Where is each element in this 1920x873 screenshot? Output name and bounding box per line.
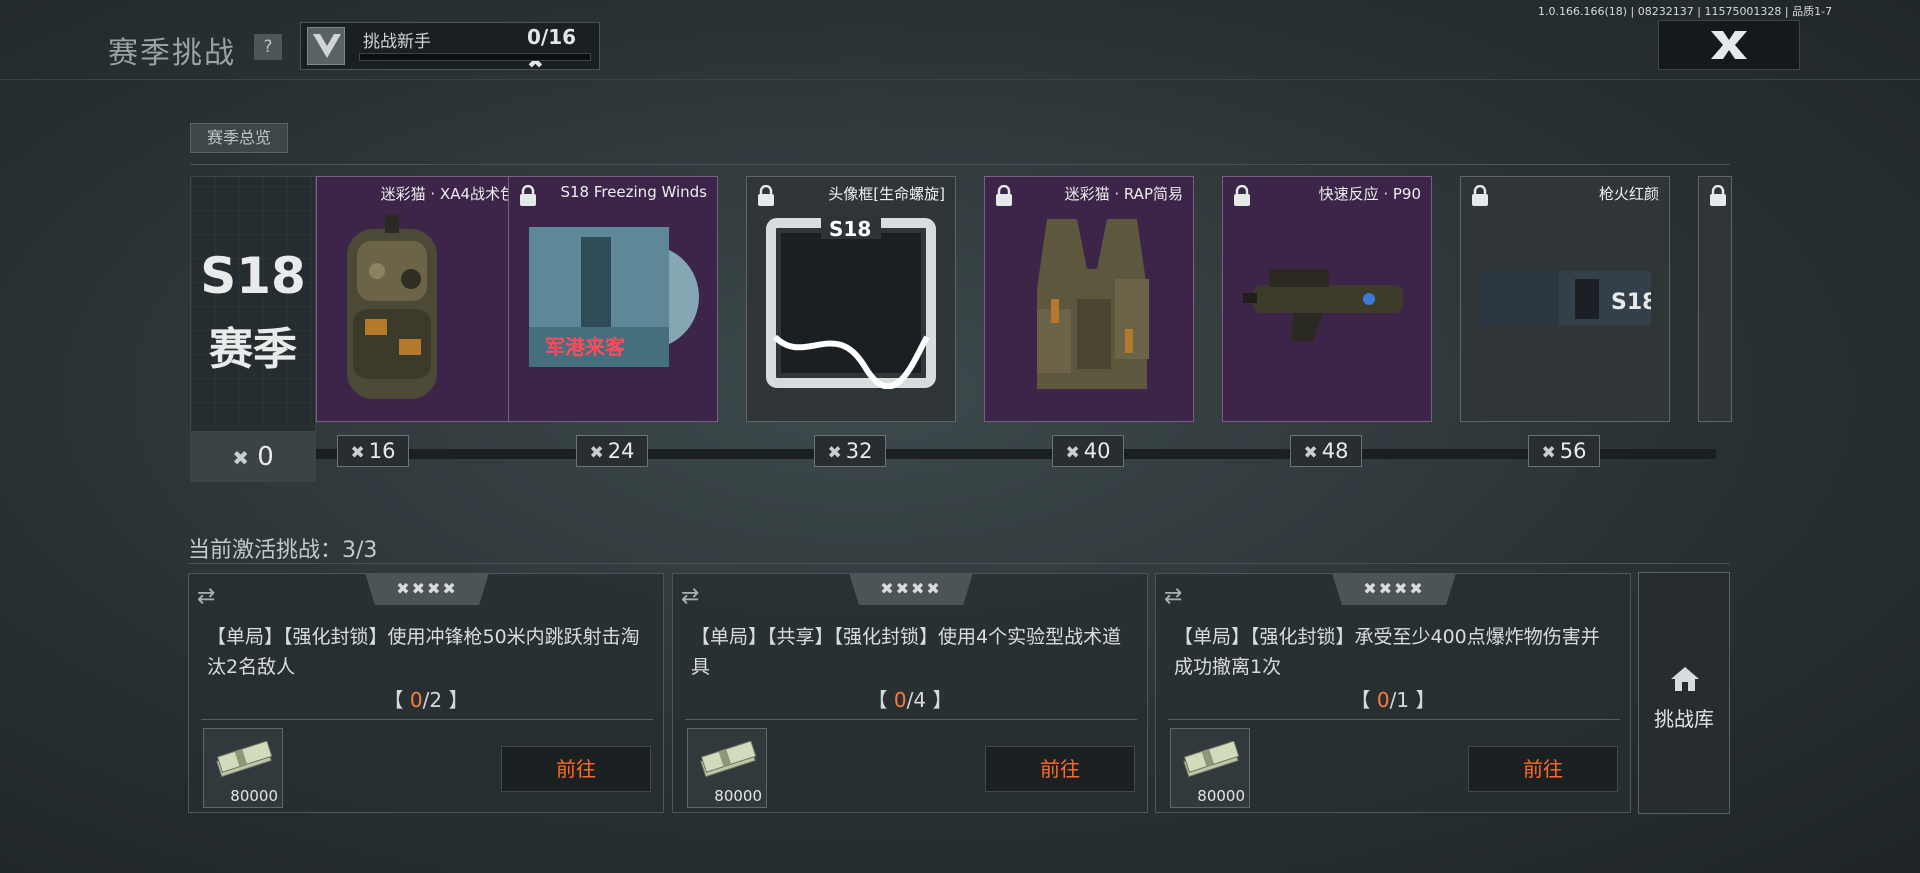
divider bbox=[188, 563, 1730, 564]
go-button[interactable]: 前往 bbox=[985, 746, 1135, 792]
reward-card[interactable]: 迷彩猫 · XA4战术包 bbox=[316, 176, 526, 422]
challenge-description: 【单局】【强化封锁】使用冲锋枪50米内跳跃射击淘汰2名敌人 bbox=[207, 626, 640, 678]
reward-tile: 80000 bbox=[687, 728, 767, 808]
rank-emblem-icon bbox=[307, 27, 345, 65]
svg-text:S18: S18 bbox=[1611, 290, 1651, 315]
lock-icon bbox=[995, 184, 1013, 211]
reward-card[interactable]: 头像框[生命螺旋] S18 bbox=[746, 176, 956, 422]
challenge-progress: 【 0/2 】 bbox=[383, 688, 469, 712]
season-label: 赛季 bbox=[209, 324, 297, 375]
challenge-card: ⇄ ✖✖✖✖ 【单局】【强化封锁】承受至少400点爆炸物伤害并成功撤离1次 【 … bbox=[1155, 573, 1631, 813]
cash-icon bbox=[216, 741, 273, 778]
challenge-rank-progress: 0/16 ✖ bbox=[527, 25, 577, 73]
challenge-library-label: 挑战库 bbox=[1654, 707, 1714, 731]
close-button[interactable] bbox=[1658, 20, 1800, 70]
reward-tile: 80000 bbox=[1170, 728, 1250, 808]
tab-season-overview[interactable]: 赛季总览 bbox=[190, 123, 288, 153]
challenge-library-button[interactable]: 挑战库 bbox=[1638, 572, 1730, 814]
reward-name: 枪火红颜 bbox=[1598, 185, 1659, 203]
challenge-card: ⇄ ✖✖✖✖ 【单局】【共享】【强化封锁】使用4个实验型战术道具 【 0/4 】… bbox=[672, 573, 1148, 813]
season-points: ✖ 0 bbox=[191, 431, 315, 481]
challenge-progress: 【 0/1 】 bbox=[1350, 688, 1436, 712]
p90-gun-icon bbox=[1243, 257, 1413, 351]
reward-amount: 80000 bbox=[230, 787, 278, 805]
season-code: S18 bbox=[200, 247, 306, 305]
difficulty-stars: ✖✖✖✖ bbox=[849, 573, 973, 605]
points-badge: ✖ 56 bbox=[1528, 435, 1600, 467]
lock-icon bbox=[757, 184, 775, 211]
version-info: 1.0.166.166(18) | 08232137 | 11575001328… bbox=[1538, 5, 1833, 18]
point-x-icon: ✖ bbox=[827, 443, 842, 463]
challenge-description: 【单局】【强化封锁】承受至少400点爆炸物伤害并成功撤离1次 bbox=[1174, 626, 1600, 678]
reward-card[interactable]: S18 Freezing Winds 军港来客 bbox=[508, 176, 718, 422]
reward-name: 头像框[生命螺旋] bbox=[828, 185, 945, 203]
points-badge: ✖ 40 bbox=[1052, 435, 1124, 467]
reward-card[interactable]: 快速反应 · P90 bbox=[1222, 176, 1432, 422]
point-x-icon: ✖ bbox=[232, 446, 249, 470]
page-title: 赛季挑战 bbox=[108, 36, 236, 71]
backpack-icon bbox=[327, 209, 457, 413]
reward-progress-track bbox=[316, 449, 1716, 459]
reward-card[interactable]: 迷彩猫 · RAP简易 bbox=[984, 176, 1194, 422]
points-badge: ✖ 24 bbox=[576, 435, 648, 467]
cash-icon bbox=[700, 741, 757, 778]
divider bbox=[685, 719, 1137, 720]
reward-card[interactable]: 枪火红颜 S18 bbox=[1460, 176, 1670, 422]
album-caption: 军港来客 bbox=[545, 335, 625, 359]
difficulty-stars: ✖✖✖✖ bbox=[365, 573, 489, 605]
points-badge: ✖ 16 bbox=[337, 435, 409, 467]
challenge-progress-bar bbox=[359, 53, 591, 61]
lock-icon bbox=[519, 184, 537, 211]
reward-amount: 80000 bbox=[714, 787, 762, 805]
help-button[interactable]: ? bbox=[254, 34, 282, 60]
frame-caption: S18 bbox=[829, 217, 872, 241]
challenge-description: 【单局】【共享】【强化封锁】使用4个实验型战术道具 bbox=[691, 626, 1122, 678]
reward-name: 迷彩猫 · XA4战术包 bbox=[380, 185, 515, 203]
challenge-rank-name: 挑战新手 bbox=[363, 32, 431, 52]
points-badge: ✖ 48 bbox=[1290, 435, 1362, 467]
swap-icon[interactable]: ⇄ bbox=[197, 584, 215, 609]
divider bbox=[201, 719, 653, 720]
reward-card[interactable] bbox=[1698, 176, 1732, 422]
point-x-icon: ✖ bbox=[1065, 443, 1080, 463]
go-button[interactable]: 前往 bbox=[501, 746, 651, 792]
reward-name: 快速反应 · P90 bbox=[1318, 185, 1421, 203]
avatar-frame-icon: S18 bbox=[765, 217, 937, 390]
challenge-rank-panel[interactable]: 挑战新手 0/16 ✖ bbox=[300, 22, 600, 73]
go-button[interactable]: 前往 bbox=[1468, 746, 1618, 792]
point-x-icon: ✖ bbox=[589, 443, 604, 463]
reward-name: 迷彩猫 · RAP简易 bbox=[1064, 185, 1183, 203]
season-card: S18 赛季 ✖ 0 bbox=[190, 176, 316, 482]
challenge-progress: 【 0/4 】 bbox=[867, 688, 953, 712]
points-badge: ✖ 32 bbox=[814, 435, 886, 467]
reward-name: S18 Freezing Winds bbox=[560, 183, 707, 201]
point-x-icon: ✖ bbox=[1303, 443, 1318, 463]
cash-icon bbox=[1183, 741, 1240, 778]
reward-tile: 80000 bbox=[203, 728, 283, 808]
banner-card-icon: S18 bbox=[1479, 271, 1657, 329]
divider bbox=[1168, 719, 1620, 720]
lock-icon bbox=[1233, 184, 1251, 211]
point-x-icon: ✖ bbox=[1541, 443, 1556, 463]
swap-icon[interactable]: ⇄ bbox=[681, 584, 699, 609]
lock-icon bbox=[1709, 184, 1727, 211]
divider bbox=[190, 164, 1730, 165]
home-icon bbox=[1671, 667, 1699, 691]
challenge-card: ⇄ ✖✖✖✖ 【单局】【强化封锁】使用冲锋枪50米内跳跃射击淘汰2名敌人 【 0… bbox=[188, 573, 664, 813]
tactical-vest-icon bbox=[1007, 209, 1177, 413]
close-icon bbox=[1711, 31, 1747, 59]
difficulty-stars: ✖✖✖✖ bbox=[1332, 573, 1456, 605]
lock-icon bbox=[1471, 184, 1489, 211]
reward-amount: 80000 bbox=[1197, 787, 1245, 805]
music-album-icon: 军港来客 bbox=[529, 227, 703, 367]
point-x-icon: ✖ bbox=[350, 443, 365, 463]
active-challenges-label: 当前激活挑战：3/3 bbox=[188, 538, 378, 563]
swap-icon[interactable]: ⇄ bbox=[1164, 584, 1182, 609]
